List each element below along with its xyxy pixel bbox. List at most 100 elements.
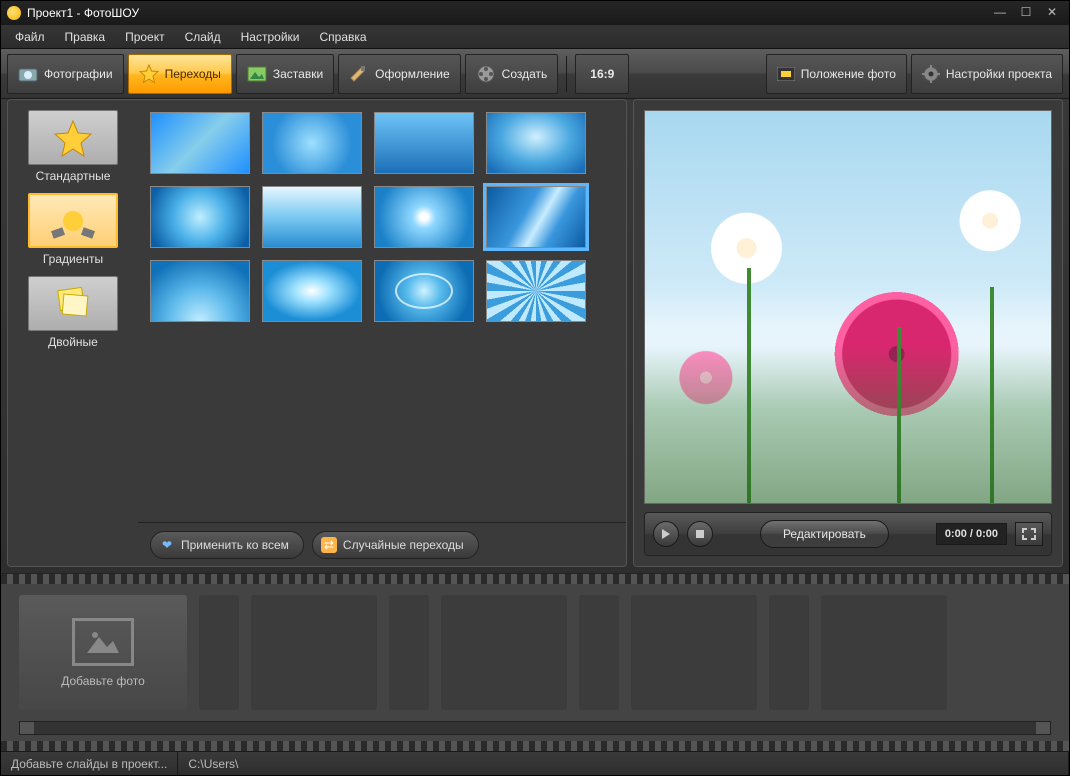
tab-label: Оформление [375, 67, 449, 81]
statusbar: Добавьте слайды в проект... C:\Users\ [1, 751, 1069, 775]
gear-icon [922, 65, 940, 83]
stop-icon [695, 529, 705, 539]
transition-thumb[interactable] [374, 260, 474, 322]
menubar: Файл Правка Проект Слайд Настройки Справ… [1, 25, 1069, 49]
tab-design[interactable]: Оформление [338, 54, 460, 94]
add-photo-slot[interactable]: Добавьте фото [19, 595, 187, 710]
timeline-slot[interactable] [441, 595, 567, 710]
star-icon [139, 64, 159, 84]
window-title: Проект1 - ФотоШОУ [27, 6, 985, 20]
image-icon [247, 66, 267, 82]
transition-thumb[interactable] [374, 112, 474, 174]
timeline-slot[interactable] [579, 595, 619, 710]
shuffle-icon: ⇄ [321, 537, 337, 553]
spotlight-icon [48, 201, 98, 241]
fullscreen-icon [1022, 528, 1036, 540]
scroll-right-button[interactable] [1036, 722, 1050, 734]
transition-thumb[interactable] [486, 186, 586, 248]
timeline-slot[interactable] [389, 595, 429, 710]
app-logo-icon [7, 6, 21, 20]
aspect-ratio-button[interactable]: 16:9 [575, 54, 629, 94]
separator [566, 56, 567, 92]
button-label: Настройки проекта [946, 67, 1052, 81]
play-icon [661, 529, 671, 539]
timecode-display: 0:00 / 0:00 [936, 523, 1007, 545]
add-photo-label: Добавьте фото [61, 674, 145, 688]
film-reel-icon [476, 64, 496, 84]
notes-icon [53, 287, 93, 321]
tab-label: Переходы [165, 67, 221, 81]
transitions-panel: Стандартные Градиенты Двойные [7, 99, 627, 567]
category-gradients[interactable]: Градиенты [18, 193, 128, 266]
project-settings-button[interactable]: Настройки проекта [911, 54, 1063, 94]
status-path: C:\Users\ [178, 752, 1069, 775]
toolbar: Фотографии Переходы Заставки Оформление … [1, 49, 1069, 99]
transition-thumb[interactable] [262, 112, 362, 174]
preview-panel: Редактировать 0:00 / 0:00 [633, 99, 1063, 567]
transition-thumb[interactable] [486, 260, 586, 322]
menu-project[interactable]: Проект [115, 26, 175, 48]
button-label: Положение фото [801, 67, 896, 81]
tab-create[interactable]: Создать [465, 54, 559, 94]
transition-thumb[interactable] [150, 112, 250, 174]
status-hint: Добавьте слайды в проект... [1, 752, 178, 775]
category-double[interactable]: Двойные [18, 276, 128, 349]
timeline-slot[interactable] [251, 595, 377, 710]
timeline-slot[interactable] [631, 595, 757, 710]
star-icon [53, 119, 93, 157]
maximize-button[interactable]: ☐ [1015, 5, 1037, 21]
edit-button[interactable]: Редактировать [760, 520, 889, 548]
timeline-slot[interactable] [769, 595, 809, 710]
playback-controls: Редактировать 0:00 / 0:00 [644, 512, 1052, 556]
menu-file[interactable]: Файл [5, 26, 55, 48]
tab-transitions[interactable]: Переходы [128, 54, 232, 94]
tab-intros[interactable]: Заставки [236, 54, 334, 94]
timeline: Добавьте фото [1, 573, 1069, 751]
filmstrip-bottom [1, 741, 1069, 751]
transition-actions: ❤ Применить ко всем ⇄ Случайные переходы [138, 522, 626, 566]
transition-thumb[interactable] [150, 260, 250, 322]
button-label: Применить ко всем [181, 538, 289, 552]
transition-thumb[interactable] [262, 260, 362, 322]
play-button[interactable] [653, 521, 679, 547]
tab-label: Заставки [273, 67, 323, 81]
preview-viewport [644, 110, 1052, 504]
frame-icon [777, 67, 795, 81]
category-standard[interactable]: Стандартные [18, 110, 128, 183]
transition-thumb[interactable] [486, 112, 586, 174]
photo-position-button[interactable]: Положение фото [766, 54, 907, 94]
button-label: Случайные переходы [343, 538, 464, 552]
minimize-button[interactable]: — [989, 5, 1011, 21]
filmstrip-top [1, 574, 1069, 584]
heart-icon: ❤ [159, 537, 175, 553]
menu-settings[interactable]: Настройки [231, 26, 310, 48]
category-label: Стандартные [36, 169, 111, 183]
menu-edit[interactable]: Правка [55, 26, 116, 48]
tab-label: Создать [502, 67, 548, 81]
timeline-slot[interactable] [199, 595, 239, 710]
timeline-scrollbar[interactable] [19, 721, 1051, 735]
transition-thumb[interactable] [150, 186, 250, 248]
timeline-slot[interactable] [821, 595, 947, 710]
stop-button[interactable] [687, 521, 713, 547]
scroll-left-button[interactable] [20, 722, 34, 734]
menu-help[interactable]: Справка [309, 26, 376, 48]
tab-photos[interactable]: Фотографии [7, 54, 124, 94]
apply-all-button[interactable]: ❤ Применить ко всем [150, 531, 304, 559]
titlebar: Проект1 - ФотоШОУ — ☐ ✕ [1, 1, 1069, 25]
transition-thumb[interactable] [374, 186, 474, 248]
placeholder-icon [72, 618, 134, 666]
brush-icon [349, 66, 369, 82]
transition-thumb[interactable] [262, 186, 362, 248]
category-label: Градиенты [43, 252, 103, 266]
tab-label: Фотографии [44, 67, 113, 81]
category-label: Двойные [48, 335, 98, 349]
random-transitions-button[interactable]: ⇄ Случайные переходы [312, 531, 479, 559]
close-button[interactable]: ✕ [1041, 5, 1063, 21]
preview-image [645, 111, 1051, 503]
timeline-track[interactable]: Добавьте фото [1, 584, 1069, 721]
fullscreen-button[interactable] [1015, 522, 1043, 546]
camera-icon [18, 66, 38, 82]
category-list: Стандартные Градиенты Двойные [8, 100, 138, 566]
menu-slide[interactable]: Слайд [175, 26, 231, 48]
